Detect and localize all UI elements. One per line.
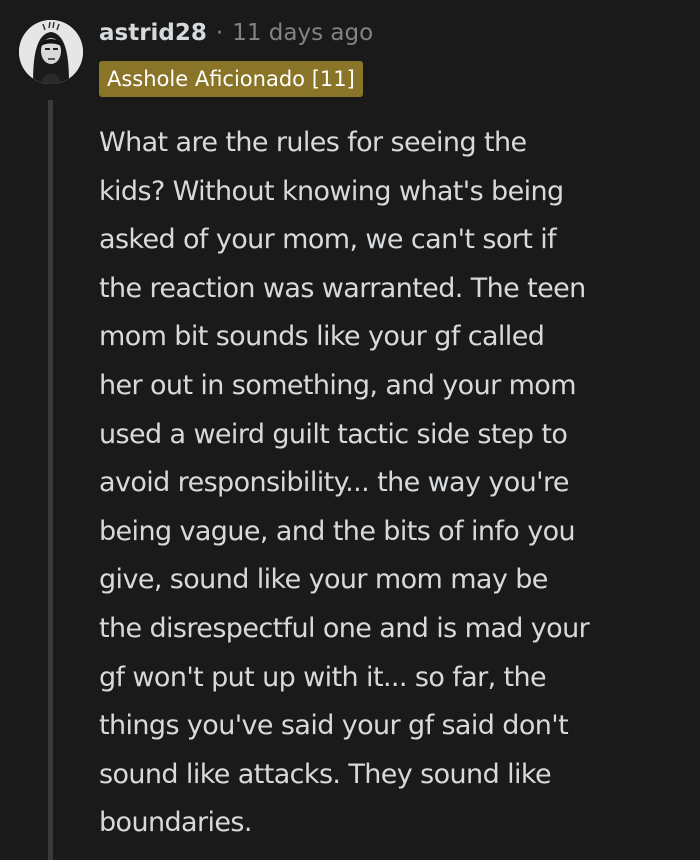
comment-body-line: mom bit sounds like your gf called — [99, 321, 545, 353]
meta-separator: · — [215, 20, 224, 46]
comment-body-line: give, sound like your mom may be — [99, 564, 548, 596]
comment-body-line: her out in something, and your mom — [99, 369, 577, 401]
user-flair: Asshole Aficionado [11] — [99, 61, 363, 97]
comment-body-line: What are the rules for seeing the — [99, 127, 527, 158]
comment-body-line: asked of your mom, we can't sort if — [99, 224, 557, 256]
comment-body-line: things you've said your gf said don't — [99, 710, 569, 742]
comment-body-line: being vague, and the bits of info you — [99, 515, 576, 547]
comment-body-line: used a weird guilt tactic side step to — [99, 418, 568, 450]
comment-meta: astrid28 · 11 days ago — [99, 15, 373, 51]
comment-body-line: gf won't put up with it... so far, the — [99, 661, 547, 693]
comment-body-line: boundaries. — [99, 807, 252, 839]
thread-collapse-line[interactable] — [48, 100, 53, 860]
comment-body: What are the rules for seeing the kids? … — [99, 119, 674, 848]
timestamp[interactable]: 11 days ago — [232, 20, 373, 46]
comment: astrid28 · 11 days ago Asshole Aficionad… — [0, 0, 700, 860]
comment-body-line: sound like attacks. They sound like — [99, 758, 552, 790]
username[interactable]: astrid28 — [99, 20, 207, 46]
comment-body-line: the reaction was warranted. The teen — [99, 272, 586, 304]
comment-body-line: avoid responsibility... the way you're — [99, 467, 570, 499]
user-avatar[interactable] — [19, 20, 83, 84]
comment-body-line: the disrespectful one and is mad your — [99, 612, 590, 644]
avatar-portrait-icon — [19, 20, 83, 84]
comment-body-line: kids? Without knowing what's being — [99, 175, 564, 207]
